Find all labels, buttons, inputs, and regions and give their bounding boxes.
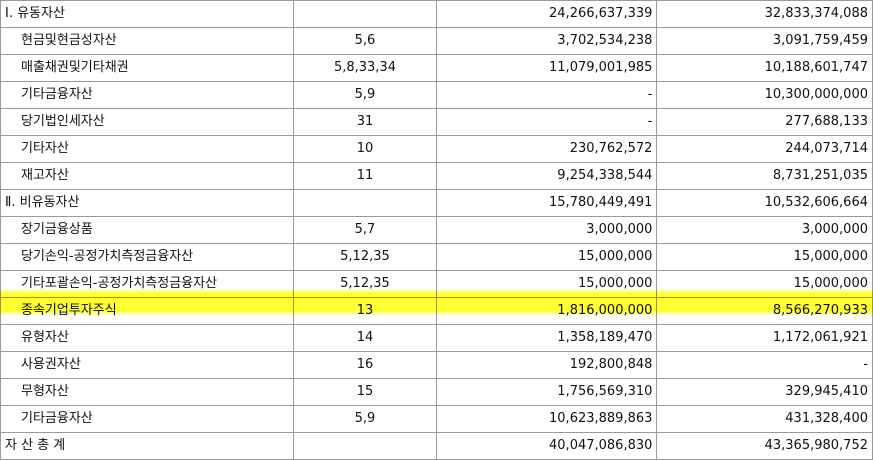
note-ref: 5,12,35: [292, 243, 438, 271]
table-row: 자 산 총 계 40,047,086,830 43,365,980,752: [0, 432, 873, 460]
prior-period-amount: 10,300,000,000: [656, 81, 873, 109]
current-period-amount: 10,623,889,863: [436, 405, 658, 433]
current-period-amount: -: [436, 108, 658, 136]
table-row: 기타금융자산 5,9-10,300,000,000: [0, 81, 873, 109]
prior-period-amount: 431,328,400: [656, 405, 873, 433]
table-row: 기타자산 10 230,762,572 244,073,714: [0, 135, 873, 163]
table-row: 기타포괄손익-공정가치측정금융자산 5,12,35 15,000,000 15,000…: [0, 270, 873, 298]
account-name: 매출채권및기타채권: [0, 54, 294, 82]
note-ref: 13: [292, 297, 438, 325]
note-ref: [292, 432, 438, 460]
current-period-amount: 24,266,637,339: [436, 0, 658, 28]
note-ref: 11: [292, 162, 438, 190]
table-row: 현금및현금성자산 5,6 3,702,534,238 3,091,759,459: [0, 27, 873, 55]
current-period-amount: 230,762,572: [436, 135, 658, 163]
table-row: Ⅰ. 유동자산 24,266,637,339 32,833,374,088: [0, 0, 873, 28]
prior-period-amount: 10,532,606,664: [656, 189, 873, 217]
table-row: 유형자산 14 1,358,189,470 1,172,061,921: [0, 324, 873, 352]
table-row: 장기금융상품 5,7 3,000,000 3,000,000: [0, 216, 873, 244]
note-ref: 5,7: [292, 216, 438, 244]
current-period-amount: 15,000,000: [436, 243, 658, 271]
current-period-amount: 1,756,569,310: [436, 378, 658, 406]
note-ref: 31: [292, 108, 438, 136]
account-name: 기타포괄손익-공정가치측정금융자산: [0, 270, 294, 298]
table-row: 매출채권및기타채권 5,8,33,34 11,079,001,985 10,188,6…: [0, 54, 873, 82]
account-name: 자 산 총 계: [0, 432, 294, 460]
account-name: 유형자산: [0, 324, 294, 352]
prior-period-amount: 1,172,061,921: [656, 324, 873, 352]
note-ref: [292, 189, 438, 217]
prior-period-amount: 329,945,410: [656, 378, 873, 406]
note-ref: 5,12,35: [292, 270, 438, 298]
prior-period-amount: 15,000,000: [656, 243, 873, 271]
note-ref: 5,9: [292, 81, 438, 109]
prior-period-amount: 15,000,000: [656, 270, 873, 298]
prior-period-amount: -: [656, 351, 873, 379]
prior-period-amount: 43,365,980,752: [656, 432, 873, 460]
note-ref: 16: [292, 351, 438, 379]
note-ref: 14: [292, 324, 438, 352]
note-ref: 5,8,33,34: [292, 54, 438, 82]
prior-period-amount: 277,688,133: [656, 108, 873, 136]
current-period-amount: 40,047,086,830: [436, 432, 658, 460]
table-row: 재고자산 11 9,254,338,544 8,731,251,035: [0, 162, 873, 190]
account-name: 무형자산: [0, 378, 294, 406]
prior-period-amount: 3,000,000: [656, 216, 873, 244]
table-row: 당기법인세자산 31-277,688,133: [0, 108, 873, 136]
note-ref: 10: [292, 135, 438, 163]
account-name: 당기손익-공정가치측정금융자산: [0, 243, 294, 271]
table-row: 종속기업투자주식 13 1,816,000,000 8,566,270,933: [0, 297, 873, 325]
account-name: 재고자산: [0, 162, 294, 190]
account-name: 기타금융자산: [0, 81, 294, 109]
account-name: 사용권자산: [0, 351, 294, 379]
account-name: 당기법인세자산: [0, 108, 294, 136]
account-name: Ⅰ. 유동자산: [0, 0, 294, 28]
account-name: Ⅱ. 비유동자산: [0, 189, 294, 217]
current-period-amount: 3,702,534,238: [436, 27, 658, 55]
account-name: 장기금융상품: [0, 216, 294, 244]
current-period-amount: 9,254,338,544: [436, 162, 658, 190]
prior-period-amount: 8,731,251,035: [656, 162, 873, 190]
note-ref: [292, 0, 438, 28]
prior-period-amount: 10,188,601,747: [656, 54, 873, 82]
note-ref: 15: [292, 378, 438, 406]
balance-sheet-body: Ⅰ. 유동자산 24,266,637,339 32,833,374,088 현금및현금…: [0, 0, 873, 460]
prior-period-amount: 32,833,374,088: [656, 0, 873, 28]
table-row: 당기손익-공정가치측정금융자산 5,12,35 15,000,000 15,000,0…: [0, 243, 873, 271]
prior-period-amount: 244,073,714: [656, 135, 873, 163]
current-period-amount: 3,000,000: [436, 216, 658, 244]
current-period-amount: 1,358,189,470: [436, 324, 658, 352]
prior-period-amount: 8,566,270,933: [656, 297, 873, 325]
note-ref: 5,6: [292, 27, 438, 55]
balance-sheet-table: Ⅰ. 유동자산 24,266,637,339 32,833,374,088 현금및현금…: [0, 0, 873, 460]
current-period-amount: 1,816,000,000: [436, 297, 658, 325]
current-period-amount: 15,000,000: [436, 270, 658, 298]
current-period-amount: 11,079,001,985: [436, 54, 658, 82]
prior-period-amount: 3,091,759,459: [656, 27, 873, 55]
table-row: Ⅱ. 비유동자산 15,780,449,491 10,532,606,664: [0, 189, 873, 217]
current-period-amount: 15,780,449,491: [436, 189, 658, 217]
account-name: 기타금융자산: [0, 405, 294, 433]
current-period-amount: -: [436, 81, 658, 109]
account-name: 현금및현금성자산: [0, 27, 294, 55]
table-row: 사용권자산 16 192,800,848-: [0, 351, 873, 379]
table-row: 무형자산 15 1,756,569,310 329,945,410: [0, 378, 873, 406]
account-name: 기타자산: [0, 135, 294, 163]
current-period-amount: 192,800,848: [436, 351, 658, 379]
table-row: 기타금융자산 5,9 10,623,889,863 431,328,400: [0, 405, 873, 433]
account-name: 종속기업투자주식: [0, 297, 294, 325]
note-ref: 5,9: [292, 405, 438, 433]
